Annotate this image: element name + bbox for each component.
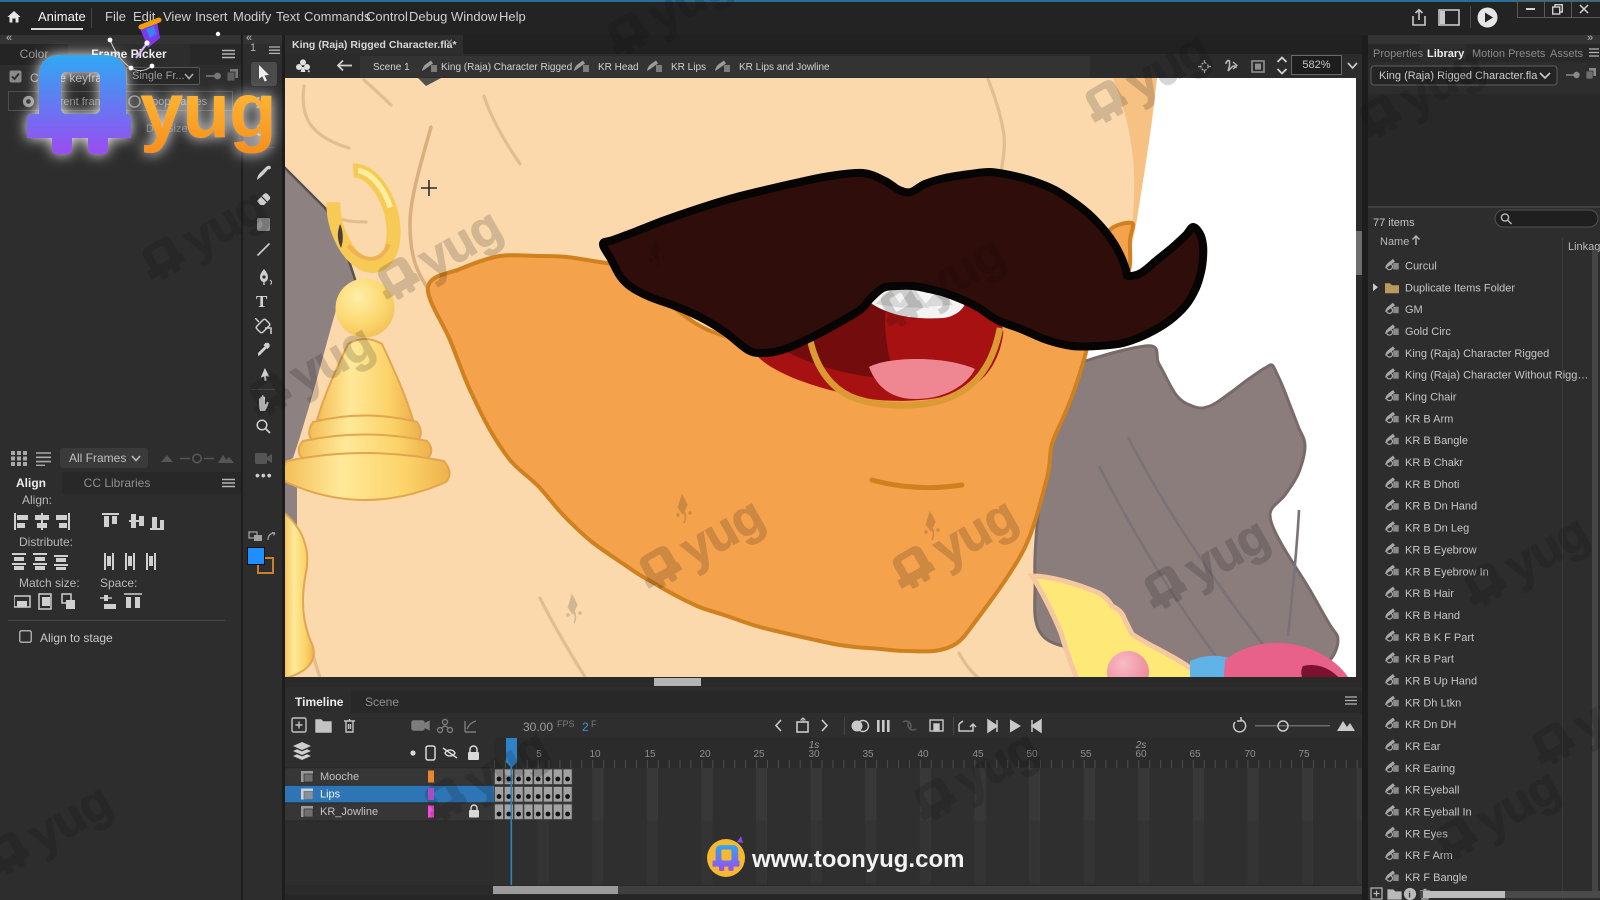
svg-text:KR F Bangle: KR F Bangle bbox=[1405, 872, 1467, 884]
svg-text:Duplicate Items Folder: Duplicate Items Folder bbox=[1405, 282, 1515, 294]
svg-text:75: 75 bbox=[1298, 749, 1310, 760]
svg-text:GM: GM bbox=[1405, 304, 1423, 316]
svg-text:45: 45 bbox=[972, 749, 984, 760]
svg-text:KR Ear: KR Ear bbox=[1405, 741, 1441, 753]
svg-text:Scene: Scene bbox=[365, 695, 399, 709]
svg-text:KR F Arm: KR F Arm bbox=[1405, 850, 1453, 862]
svg-text:KR B Part: KR B Part bbox=[1405, 654, 1454, 666]
svg-text:KR B Dhoti: KR B Dhoti bbox=[1405, 479, 1459, 491]
svg-text:77 items: 77 items bbox=[1373, 217, 1415, 229]
svg-text:2: 2 bbox=[582, 720, 589, 734]
svg-text:Lips: Lips bbox=[320, 789, 341, 801]
svg-text:Assets: Assets bbox=[1550, 48, 1584, 60]
svg-text:KR B Hand: KR B Hand bbox=[1405, 610, 1460, 622]
svg-text:KR B Eyebrow: KR B Eyebrow bbox=[1405, 544, 1477, 556]
svg-text:Mooche: Mooche bbox=[320, 771, 359, 783]
svg-text:KR Eyeball In: KR Eyeball In bbox=[1405, 807, 1472, 819]
svg-text:KR B Up Hand: KR B Up Hand bbox=[1405, 676, 1477, 688]
svg-text:KR Eyes: KR Eyes bbox=[1405, 828, 1448, 840]
svg-text:KR B Dn Leg: KR B Dn Leg bbox=[1405, 523, 1469, 535]
svg-text:35: 35 bbox=[862, 749, 874, 760]
svg-text:KR B Bangle: KR B Bangle bbox=[1405, 435, 1468, 447]
svg-text:2s: 2s bbox=[1135, 740, 1147, 751]
svg-text:KR B K F Part: KR B K F Part bbox=[1405, 632, 1474, 644]
svg-text:FPS: FPS bbox=[557, 719, 575, 729]
svg-text:KR_Jowline: KR_Jowline bbox=[320, 806, 378, 818]
svg-text:55: 55 bbox=[1080, 749, 1092, 760]
svg-text:5: 5 bbox=[536, 749, 542, 760]
svg-text:KR B Dn Hand: KR B Dn Hand bbox=[1405, 501, 1477, 513]
svg-text:Gold Circ: Gold Circ bbox=[1405, 326, 1451, 338]
svg-text:25: 25 bbox=[753, 749, 765, 760]
svg-text:King (Raja) Character Without: King (Raja) Character Without Rigg… bbox=[1405, 370, 1588, 382]
svg-text:1s: 1s bbox=[809, 740, 820, 751]
svg-text:20: 20 bbox=[699, 749, 711, 760]
svg-text:Timeline: Timeline bbox=[295, 695, 344, 709]
svg-text:40: 40 bbox=[917, 749, 929, 760]
svg-text:i: i bbox=[1408, 890, 1410, 900]
svg-text:70: 70 bbox=[1244, 749, 1256, 760]
svg-text:Library: Library bbox=[1427, 48, 1465, 60]
svg-text:KR B Arm: KR B Arm bbox=[1405, 413, 1453, 425]
svg-text:KR B Chakr: KR B Chakr bbox=[1405, 457, 1463, 469]
svg-text:F: F bbox=[591, 719, 597, 729]
svg-text:KR Dh Ltkn: KR Dh Ltkn bbox=[1405, 697, 1461, 709]
svg-text:King (Raja) Rigged Character.f: King (Raja) Rigged Character.fla bbox=[1379, 70, 1538, 82]
svg-text:KR B Hair: KR B Hair bbox=[1405, 588, 1454, 600]
svg-text:KR Earing: KR Earing bbox=[1405, 763, 1455, 775]
svg-text:KR Dn DH: KR Dn DH bbox=[1405, 719, 1456, 731]
svg-text:65: 65 bbox=[1189, 749, 1201, 760]
svg-text:15: 15 bbox=[644, 749, 656, 760]
svg-text:KR B Eyebrow In: KR B Eyebrow In bbox=[1405, 566, 1489, 578]
svg-text:50: 50 bbox=[1026, 749, 1038, 760]
svg-text:King Chair: King Chair bbox=[1405, 392, 1457, 404]
svg-text:KR Eyeball: KR Eyeball bbox=[1405, 785, 1459, 797]
svg-text:King (Raja) Character Rigged: King (Raja) Character Rigged bbox=[1405, 348, 1549, 360]
svg-text:Curcul: Curcul bbox=[1405, 261, 1437, 273]
svg-text:10: 10 bbox=[589, 749, 601, 760]
svg-text:30.00: 30.00 bbox=[523, 720, 553, 734]
svg-text:Motion Presets: Motion Presets bbox=[1472, 48, 1546, 60]
svg-text:Name: Name bbox=[1380, 236, 1409, 248]
svg-text:Properties: Properties bbox=[1373, 48, 1424, 60]
